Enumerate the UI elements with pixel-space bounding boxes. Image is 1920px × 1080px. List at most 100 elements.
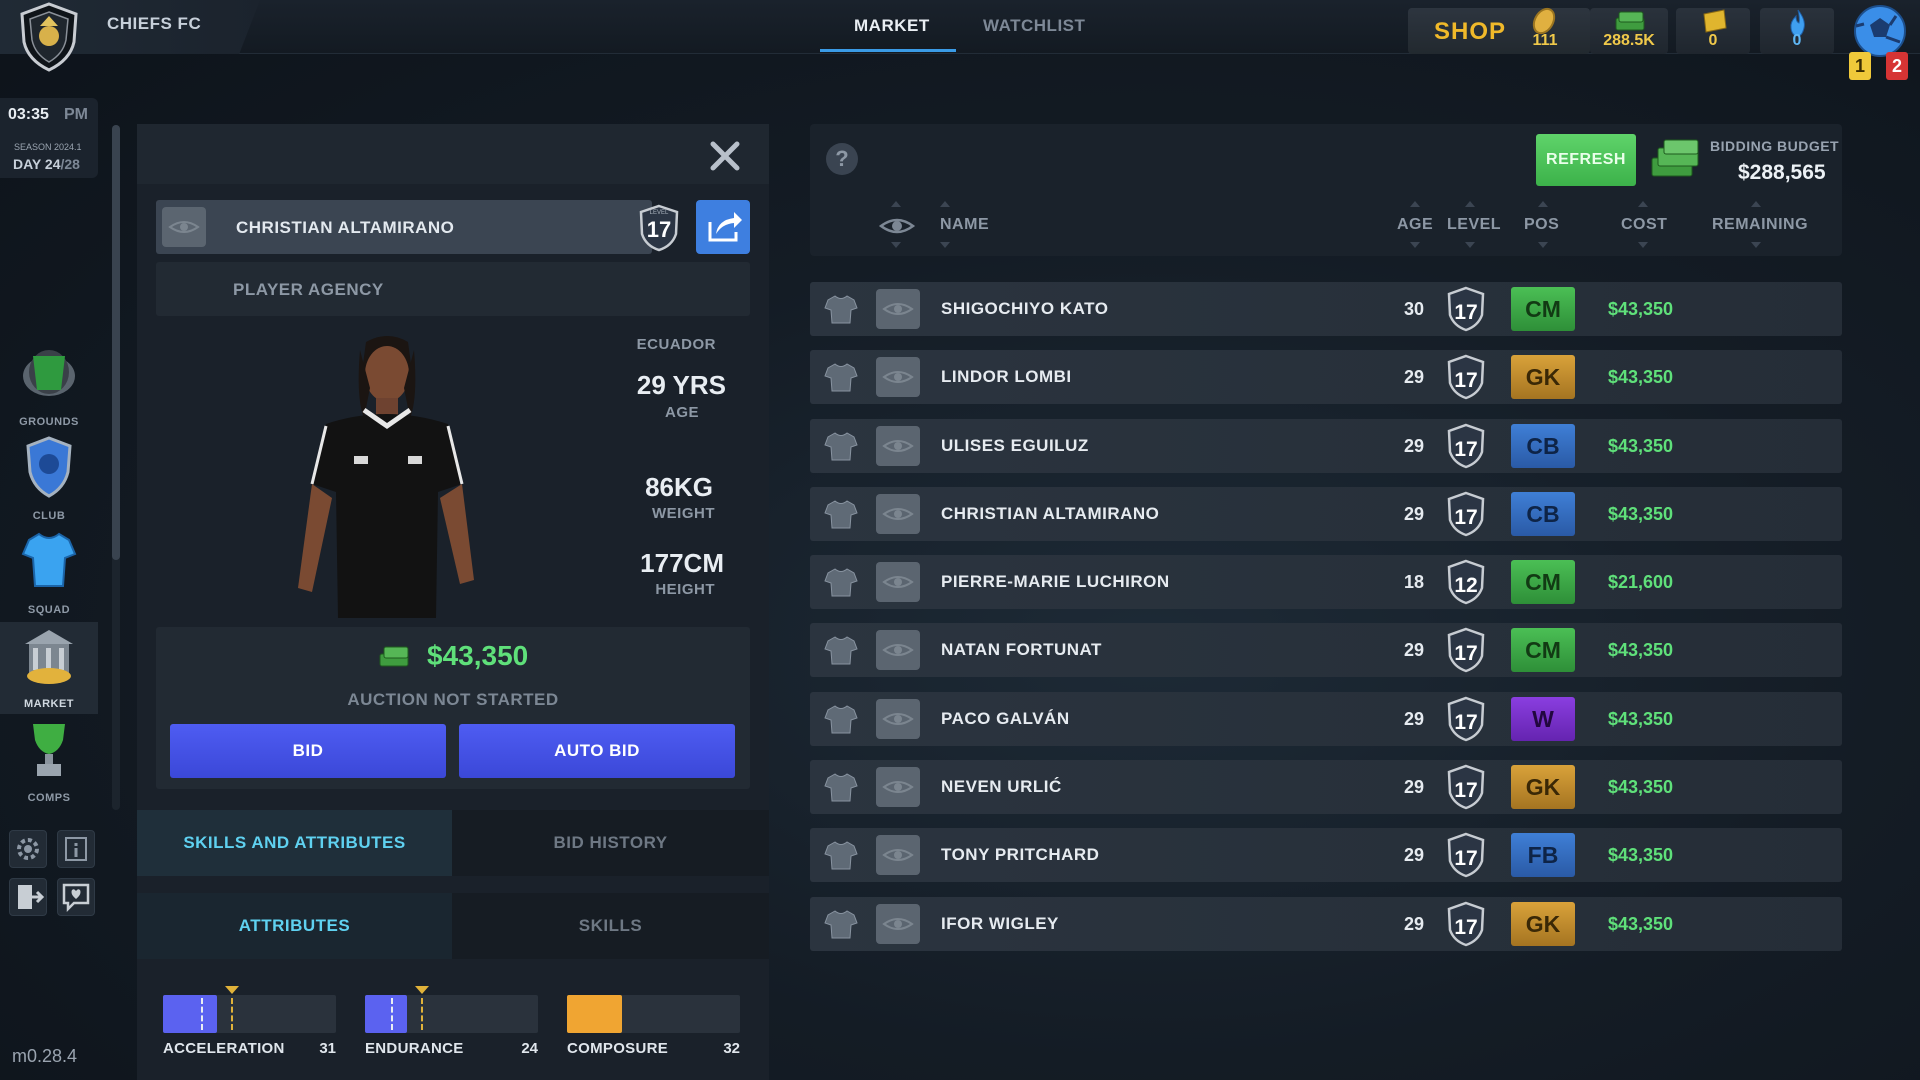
sidebar-label-club: CLUB [32, 510, 66, 522]
cash-stack-icon [379, 646, 409, 667]
notification-badge-red[interactable]: 2 [1886, 52, 1908, 80]
attribute-bar-fill [567, 995, 622, 1033]
exit-button[interactable] [9, 878, 47, 916]
position-badge: GK [1511, 355, 1575, 400]
feedback-button[interactable] [57, 878, 95, 916]
player-cost-cell: $43,350 [1608, 845, 1674, 866]
shop-label[interactable]: SHOP [1434, 18, 1506, 46]
column-pos[interactable]: POS [1524, 216, 1559, 234]
watch-toggle[interactable] [876, 903, 920, 944]
player-level-cell: 17 [1454, 301, 1477, 324]
sidebar-item-market[interactable]: MARKET [0, 622, 98, 714]
settings-button[interactable] [9, 830, 47, 868]
sidebar-item-squad[interactable]: SQUAD [0, 528, 98, 620]
sidebar-item-grounds[interactable]: GROUNDS [0, 340, 98, 432]
shirt-icon[interactable] [824, 292, 858, 326]
column-age[interactable]: AGE [1397, 216, 1433, 234]
watch-toggle[interactable] [876, 835, 920, 876]
watch-toggle[interactable] [876, 767, 920, 808]
watch-toggle[interactable] [876, 562, 920, 603]
tab-skills-and-attributes[interactable]: SKILLS AND ATTRIBUTES [137, 810, 452, 876]
watch-toggle[interactable] [876, 289, 920, 329]
shirt-icon[interactable] [824, 702, 858, 736]
sidebar-item-club[interactable]: CLUB [0, 434, 98, 526]
eye-icon [882, 644, 914, 657]
shirt-icon[interactable] [824, 907, 858, 941]
player-name-cell: LINDOR LOMBI [941, 367, 1072, 387]
share-icon [708, 212, 742, 242]
table-row[interactable]: ULISES EGUILUZ 29 17 CB $43,350 [810, 418, 1842, 473]
column-cost[interactable]: COST [1621, 216, 1667, 234]
cash-currency[interactable]: 288.5K [1590, 8, 1668, 54]
football-icon[interactable] [1848, 4, 1908, 58]
player-age-cell: 18 [1403, 572, 1424, 593]
potential-marker [391, 998, 393, 1030]
table-row[interactable]: PACO GALVÁN 29 17 W $43,350 [810, 691, 1842, 746]
table-row[interactable]: TONY PRITCHARD 29 17 FB $43,350 [810, 828, 1842, 883]
notification-badge-yellow[interactable]: 1 [1849, 52, 1871, 80]
eye-icon [882, 917, 914, 930]
tab-watchlist[interactable]: WATCHLIST [983, 16, 1085, 36]
sidebar-scroll-thumb[interactable] [112, 125, 120, 560]
player-watch-toggle[interactable] [162, 207, 206, 247]
refresh-button[interactable]: REFRESH [1536, 134, 1636, 186]
table-row[interactable]: NEVEN URLIĆ 29 17 GK $43,350 [810, 760, 1842, 815]
watch-toggle[interactable] [876, 630, 920, 671]
table-row[interactable]: LINDOR LOMBI 29 17 GK $43,350 [810, 350, 1842, 405]
coins-count: 111 [1532, 32, 1558, 49]
ticket-currency[interactable]: 0 [1676, 8, 1750, 54]
table-row[interactable]: NATAN FORTUNAT 29 17 CM $43,350 [810, 623, 1842, 678]
column-remaining[interactable]: REMAINING [1712, 216, 1808, 234]
target-arrow-icon [415, 986, 429, 994]
table-row[interactable]: SHIGOCHIYO KATO 30 17 CM $43,350 [810, 282, 1842, 336]
player-level-cell: 17 [1454, 369, 1477, 392]
player-name-cell: IFOR WIGLEY [941, 913, 1059, 933]
share-button[interactable] [696, 200, 750, 254]
shirt-icon[interactable] [824, 838, 858, 872]
shirt-icon[interactable] [824, 360, 858, 394]
target-marker [421, 998, 423, 1030]
flame-currency[interactable]: 0 [1760, 8, 1834, 54]
shirt-icon[interactable] [824, 565, 858, 599]
close-icon[interactable] [705, 136, 745, 176]
cash-amount: 288.5K [1603, 32, 1655, 49]
watch-toggle[interactable] [876, 357, 920, 398]
help-icon[interactable]: ? [826, 143, 858, 175]
sort-up-icon [1751, 201, 1761, 207]
player-weight-label: WEIGHT [652, 505, 715, 522]
info-button[interactable] [57, 830, 95, 868]
column-name[interactable]: NAME [940, 216, 989, 234]
club-crest-icon[interactable] [18, 2, 80, 72]
tab-attributes[interactable]: ATTRIBUTES [137, 893, 452, 959]
level-shield-icon: 17 [1447, 696, 1485, 742]
table-row[interactable]: PIERRE-MARIE LUCHIRON 18 12 CM $21,600 [810, 555, 1842, 610]
auto-bid-button[interactable]: AUTO BID [459, 724, 735, 778]
table-row[interactable]: CHRISTIAN ALTAMIRANO 29 17 CB $43,350 [810, 486, 1842, 541]
level-shield-icon: 17 [1447, 286, 1485, 332]
column-level[interactable]: LEVEL [1447, 216, 1501, 234]
shirt-icon[interactable] [824, 497, 858, 531]
tab-market[interactable]: MARKET [854, 16, 930, 36]
club-name[interactable]: CHIEFS FC [107, 14, 201, 34]
player-weight-value: 86KG [645, 472, 713, 502]
player-level-cell: 17 [1454, 779, 1477, 802]
eye-icon[interactable] [878, 210, 916, 242]
tab-skills[interactable]: SKILLS [452, 893, 769, 959]
tab-bid-history[interactable]: BID HISTORY [452, 810, 769, 876]
player-name-cell: NEVEN URLIĆ [941, 777, 1062, 797]
shirt-icon[interactable] [824, 429, 858, 463]
watch-toggle[interactable] [876, 425, 920, 466]
shirt-icon[interactable] [824, 770, 858, 804]
attribute-value: 32 [723, 1040, 740, 1057]
player-agency-label: PLAYER AGENCY [233, 280, 384, 299]
watch-toggle[interactable] [876, 698, 920, 739]
bid-button[interactable]: BID [170, 724, 446, 778]
table-row[interactable]: IFOR WIGLEY 29 17 GK $43,350 [810, 896, 1842, 951]
player-height-label: HEIGHT [655, 581, 715, 598]
player-age-cell: 29 [1403, 435, 1424, 456]
sidebar-item-comps[interactable]: COMPS [0, 716, 98, 808]
watch-toggle[interactable] [876, 493, 920, 534]
shirt-icon[interactable] [824, 633, 858, 667]
day-current: DAY 24 [13, 156, 61, 172]
player-name-cell: ULISES EGUILUZ [941, 435, 1089, 455]
